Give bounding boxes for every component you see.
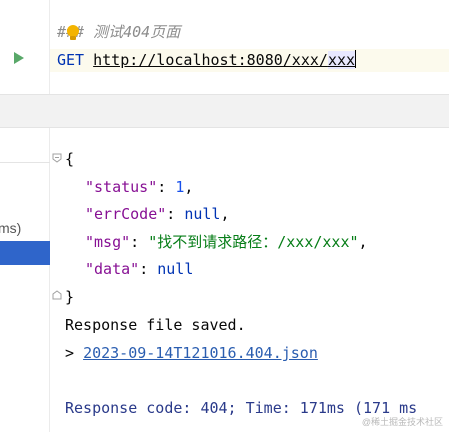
- request-url-selected[interactable]: xxx: [327, 51, 356, 69]
- selected-run-item[interactable]: [0, 241, 50, 265]
- json-field-msg: "msg": "找不到请求路径：/xxx/xxx",: [85, 233, 368, 251]
- fold-icon[interactable]: [52, 153, 62, 163]
- request-url[interactable]: http://localhost:8080/xxx/: [93, 51, 328, 69]
- json-open-brace: {: [65, 150, 75, 168]
- run-duration-label: ms): [0, 220, 22, 236]
- watermark: @稀土掘金技术社区: [361, 417, 443, 427]
- request-line[interactable]: GET http://localhost:8080/xxx/xxx: [57, 50, 357, 70]
- panel-separator: [0, 162, 50, 163]
- panel-divider[interactable]: [0, 94, 449, 128]
- response-file-line: > 2023-09-14T121016.404.json: [65, 344, 318, 362]
- lightbulb-icon[interactable]: [67, 25, 79, 42]
- json-field-status: "status": 1,: [85, 178, 194, 196]
- json-field-errcode: "errCode": null,: [85, 205, 230, 223]
- response-file-link[interactable]: 2023-09-14T121016.404.json: [83, 344, 318, 362]
- services-panel: ms): [0, 128, 50, 432]
- response-saved-message: Response file saved.: [65, 316, 246, 334]
- editor-gutter: [0, 0, 49, 94]
- http-method: GET: [57, 51, 85, 69]
- run-icon[interactable]: [14, 52, 24, 64]
- http-request-editor[interactable]: ### 测试404页面 GET http://localhost:8080/xx…: [0, 0, 449, 94]
- response-output: { "status": 1, "errCode": null, "msg": "…: [50, 128, 449, 432]
- text-cursor: [355, 50, 357, 68]
- gutter-separator: [49, 0, 50, 94]
- json-close-brace: }: [65, 288, 75, 306]
- json-field-data: "data": null: [85, 260, 194, 278]
- fold-end-icon[interactable]: [52, 290, 62, 300]
